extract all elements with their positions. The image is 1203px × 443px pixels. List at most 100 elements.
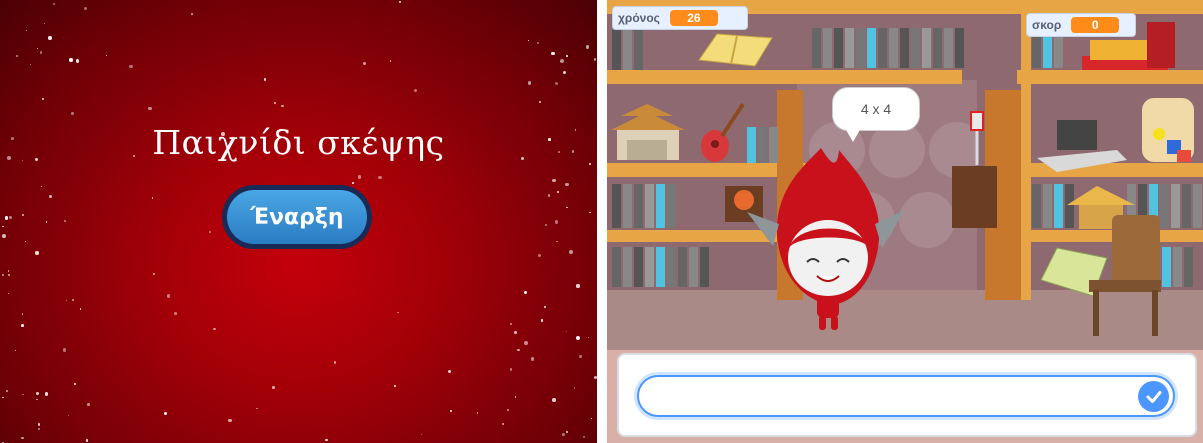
start-button[interactable]: Έναρξη (222, 185, 372, 249)
sparkle (565, 182, 570, 187)
score-monitor[interactable]: σκορ 0 (1026, 13, 1136, 37)
sparkle (555, 240, 558, 243)
sparkle (397, 312, 399, 314)
sparkle (39, 51, 43, 54)
sparkle (2, 225, 4, 228)
sparkle (79, 308, 81, 310)
sparkle (22, 313, 24, 315)
sparkle (2, 397, 4, 399)
sparkle (73, 382, 77, 386)
sparkle (450, 409, 453, 412)
sparkle (544, 306, 547, 309)
sparkle (509, 322, 513, 326)
sparkle (325, 438, 329, 442)
checkmark-icon (1146, 390, 1161, 403)
sparkle (52, 3, 56, 6)
answer-panel (617, 353, 1197, 437)
sparkle (281, 104, 284, 108)
sparkle (587, 336, 590, 339)
sparkle (513, 331, 517, 334)
sparkle (45, 220, 48, 223)
sparkle (556, 190, 560, 194)
score-value: 0 (1071, 17, 1120, 33)
sparkle (166, 294, 171, 298)
sparkle (65, 299, 68, 302)
sparkle (538, 253, 541, 257)
sparkle (36, 398, 39, 401)
sparkle (228, 419, 232, 423)
sparkle (25, 29, 27, 31)
sparkle (527, 81, 532, 85)
sparkle (71, 112, 74, 115)
sparkle (523, 290, 527, 294)
sparkle (552, 178, 556, 183)
sparkle (29, 63, 31, 66)
sparkle (68, 58, 73, 62)
sparkle (541, 319, 544, 322)
sparkle (447, 370, 452, 374)
sparkle (523, 341, 528, 346)
sparkle (507, 408, 510, 411)
sparkle (35, 251, 39, 255)
sparkle (37, 423, 41, 427)
sparkle (14, 350, 16, 352)
sparkle (42, 98, 44, 100)
sparkle (67, 414, 70, 417)
sparkle (8, 292, 10, 294)
sparkle (83, 6, 87, 10)
sparkle (536, 41, 540, 45)
sparkle (389, 60, 392, 62)
speech-bubble: 4 x 4 (832, 87, 920, 131)
sparkle (9, 216, 13, 220)
sparkle (576, 284, 580, 288)
sparkle (1, 233, 6, 238)
sparkle (421, 433, 423, 435)
sparkle (509, 368, 513, 371)
sparkle (263, 78, 267, 81)
sparkle (63, 348, 67, 352)
sparkle (357, 175, 362, 179)
sparkle (6, 390, 8, 392)
sparkle (20, 324, 24, 328)
submit-answer-button[interactable] (1138, 381, 1169, 412)
sparkle (476, 412, 479, 414)
sparkle (76, 59, 80, 63)
sparkle (413, 89, 417, 93)
sparkle (25, 241, 27, 243)
sparkle (213, 327, 216, 331)
sparkle (37, 427, 41, 431)
sparkle (566, 206, 568, 209)
game-title: Παιχνίδι σκέψης (152, 123, 445, 162)
sparkle (578, 355, 582, 359)
sparkle (554, 81, 559, 86)
sparkle (274, 101, 276, 104)
sparkle (565, 330, 567, 332)
sparkle (85, 439, 89, 442)
sparkle (501, 422, 504, 425)
sparkle (16, 54, 19, 57)
answer-input[interactable] (637, 375, 1175, 417)
sparkle (191, 12, 194, 16)
sparkle (164, 412, 168, 415)
sparkle (4, 215, 9, 220)
start-button-label: Έναρξη (227, 190, 367, 244)
sparkle (7, 270, 10, 272)
sparkle (208, 231, 211, 233)
sparkle (573, 387, 576, 389)
sparkle (399, 1, 402, 3)
library-props (611, 22, 1194, 336)
sparkle (37, 48, 39, 50)
timer-label: χρόνος (618, 11, 660, 25)
sparkle (589, 211, 591, 214)
sparkle (544, 223, 548, 227)
sparkle (593, 58, 597, 62)
sparkle (87, 403, 90, 406)
sparkle (547, 194, 550, 197)
sparkle (517, 348, 520, 352)
timer-monitor[interactable]: χρόνος 26 (612, 6, 748, 30)
sparkle (48, 36, 52, 40)
sparkle (514, 396, 517, 398)
sparkle (20, 436, 24, 440)
sparkle (394, 385, 396, 387)
sparkle (528, 40, 530, 42)
